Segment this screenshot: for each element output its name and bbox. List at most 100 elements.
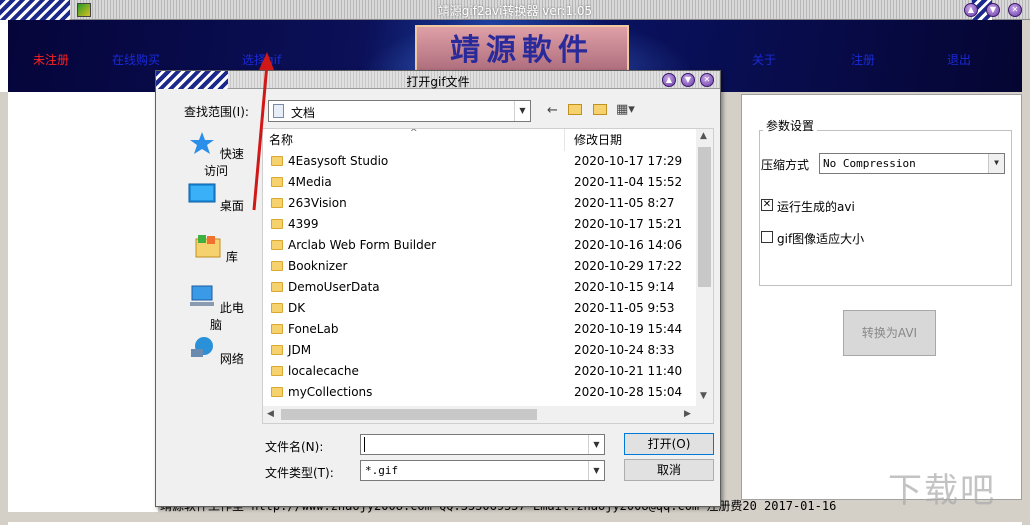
file-date: 2020-10-16 14:06 — [574, 238, 683, 252]
minimize-icon[interactable]: ▲ — [964, 3, 978, 17]
place-library[interactable]: 库 — [185, 233, 247, 265]
horizontal-scroll-thumb[interactable] — [281, 409, 537, 420]
file-date: 2020-10-17 17:29 — [574, 154, 683, 168]
dialog-minimize-icon[interactable]: ▲ — [662, 73, 676, 87]
file-row[interactable]: 4Easysoft Studio 2020-10-17 17:29 — [263, 151, 699, 172]
file-date: 2020-11-04 15:52 — [574, 175, 683, 189]
main-titlebar: 靖源gif2avi转换器 ver:1.05 ▲ ▼ ✕ — [0, 0, 1030, 20]
scroll-up-icon[interactable]: ▲ — [700, 131, 707, 141]
chevron-down-icon[interactable]: ▼ — [514, 101, 530, 121]
column-name-header[interactable]: 名称 — [269, 129, 293, 151]
convert-button[interactable]: 转换为AVI — [843, 310, 936, 356]
filename-label: 文件名(N): — [265, 440, 324, 454]
sort-up-icon: ^ — [410, 128, 418, 138]
column-date-header[interactable]: 修改日期 — [574, 129, 622, 151]
compression-select[interactable]: No Compression ▼ — [819, 153, 1005, 174]
vertical-scrollbar[interactable]: ▲ ▼ — [696, 129, 713, 407]
open-gif-dialog: 打开gif文件 ▲ ▼ ✕ 查找范围(I): 文档 ▼ ← ▦▾ 快速访问 桌面 — [155, 70, 721, 507]
place-label: 桌面 — [219, 199, 244, 213]
folder-icon — [271, 324, 283, 334]
folder-icon — [271, 261, 283, 271]
documents-icon — [273, 104, 284, 118]
scroll-left-icon[interactable]: ◀ — [267, 409, 274, 419]
places-bar: 快速访问 桌面 库 此电脑 网络 — [185, 130, 247, 400]
file-row[interactable]: localecache 2020-10-21 11:40 — [263, 361, 699, 382]
place-this-pc[interactable]: 此电脑 — [185, 284, 247, 333]
menu-exit[interactable]: 退出 — [947, 51, 971, 68]
filetype-label: 文件类型(T): — [265, 466, 334, 480]
fit-size-checkbox[interactable] — [761, 231, 773, 243]
run-avi-label: 运行生成的avi — [777, 200, 855, 214]
file-row[interactable]: DemoUserData 2020-10-15 9:14 — [263, 277, 699, 298]
file-date: 2020-10-29 17:22 — [574, 259, 683, 273]
back-arrow-icon[interactable]: ← — [547, 103, 558, 118]
menu-unregistered[interactable]: 未注册 — [33, 51, 69, 68]
filename-input[interactable]: ▼ — [360, 434, 605, 455]
view-menu-icon[interactable]: ▦▾ — [616, 102, 635, 117]
settings-group-title: 参数设置 — [763, 117, 818, 134]
dialog-maximize-icon[interactable]: ▼ — [681, 73, 695, 87]
file-row[interactable]: 4Media 2020-11-04 15:52 — [263, 172, 699, 193]
filetype-select[interactable]: *.gif ▼ — [360, 460, 605, 481]
lookin-select[interactable]: 文档 ▼ — [268, 100, 531, 122]
computer-icon — [190, 285, 215, 306]
file-list[interactable]: 名称 ^ 修改日期 4Easysoft Studio 2020-10-17 17:… — [262, 128, 714, 424]
chevron-down-icon[interactable]: ▼ — [588, 435, 604, 454]
right-frame — [1022, 20, 1030, 525]
folder-icon — [271, 345, 283, 355]
file-date: 2020-10-24 8:33 — [574, 343, 675, 357]
folder-icon — [271, 303, 283, 313]
chevron-down-icon[interactable]: ▼ — [588, 461, 604, 480]
menu-select-gif[interactable]: 选择gif — [242, 51, 281, 68]
scroll-down-icon[interactable]: ▼ — [700, 391, 707, 401]
file-row[interactable]: 263Vision 2020-11-05 8:27 — [263, 193, 699, 214]
lookin-value: 文档 — [291, 106, 316, 120]
maximize-icon[interactable]: ▼ — [986, 3, 1000, 17]
folder-icon — [271, 282, 283, 292]
compression-value: No Compression — [823, 157, 916, 170]
file-name: Booknizer — [288, 259, 348, 273]
file-name: JDM — [288, 343, 312, 357]
file-date: 2020-10-15 9:14 — [574, 280, 675, 294]
filetype-value: *.gif — [365, 464, 399, 477]
up-folder-icon[interactable] — [568, 104, 582, 119]
folder-icon — [271, 156, 283, 166]
dialog-close-icon[interactable]: ✕ — [700, 73, 714, 87]
place-network[interactable]: 网络 — [185, 335, 247, 367]
file-date: 2020-11-05 9:53 — [574, 301, 675, 315]
menu-buy-online[interactable]: 在线购买 — [112, 51, 160, 68]
run-avi-checkbox[interactable]: ✕ — [761, 199, 773, 211]
file-row[interactable]: myCollections 2020-10-28 15:04 — [263, 382, 699, 403]
file-row[interactable]: JDM 2020-10-24 8:33 — [263, 340, 699, 361]
vertical-scroll-thumb[interactable] — [698, 147, 711, 287]
dialog-titlebar: 打开gif文件 ▲ ▼ ✕ — [156, 71, 720, 89]
place-quick-access[interactable]: 快速访问 — [185, 130, 247, 179]
horizontal-scrollbar[interactable]: ◀ ▶ — [263, 406, 713, 423]
place-desktop[interactable]: 桌面 — [185, 182, 247, 214]
folder-icon — [271, 240, 283, 250]
window-title: 靖源gif2avi转换器 ver:1.05 — [437, 4, 593, 18]
menu-about[interactable]: 关于 — [752, 51, 776, 68]
file-row[interactable]: Arclab Web Form Builder 2020-10-16 14:06 — [263, 235, 699, 256]
menu-register[interactable]: 注册 — [851, 51, 875, 68]
scroll-right-icon[interactable]: ▶ — [684, 409, 691, 419]
chevron-down-icon[interactable]: ▼ — [988, 154, 1004, 173]
lookin-label: 查找范围(I): — [184, 105, 249, 119]
open-button[interactable]: 打开(O) — [624, 433, 714, 455]
filename-value — [364, 437, 365, 452]
logo-text: 靖源軟件 — [450, 33, 594, 68]
place-label: 库 — [225, 250, 238, 264]
close-icon[interactable]: ✕ — [1008, 3, 1022, 17]
file-row[interactable]: 4399 2020-10-17 15:21 — [263, 214, 699, 235]
folder-icon — [271, 219, 283, 229]
file-row[interactable]: Booknizer 2020-10-29 17:22 — [263, 256, 699, 277]
fit-size-label: gif图像适应大小 — [777, 232, 865, 246]
file-name: DemoUserData — [288, 280, 380, 294]
new-folder-icon[interactable] — [593, 104, 607, 119]
preview-area — [8, 92, 158, 512]
file-row[interactable]: FoneLab 2020-10-19 15:44 — [263, 319, 699, 340]
cancel-button[interactable]: 取消 — [624, 459, 714, 481]
file-row[interactable]: DK 2020-11-05 9:53 — [263, 298, 699, 319]
file-name: 4Easysoft Studio — [288, 154, 389, 168]
star-icon — [190, 132, 215, 154]
